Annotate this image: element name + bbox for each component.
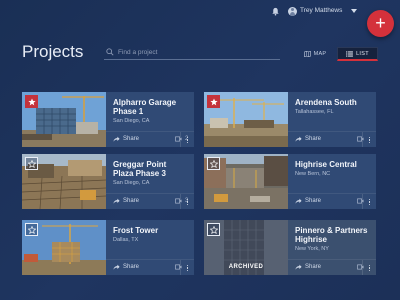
share-icon <box>295 264 302 270</box>
share-button[interactable]: Share <box>295 198 321 204</box>
project-title[interactable]: Highrise Central <box>295 160 371 169</box>
more-options-button[interactable] <box>180 132 194 147</box>
project-card[interactable]: ARCHIVED Pinnero & Partners Highrise New… <box>204 220 376 275</box>
project-thumbnail <box>204 154 288 209</box>
project-thumbnail <box>204 92 288 147</box>
view-toggle: MAP LIST <box>296 47 378 61</box>
list-view-button[interactable]: LIST <box>337 47 378 61</box>
project-location: San Diego, CA <box>113 180 150 186</box>
share-icon <box>113 136 120 142</box>
star-icon <box>27 97 36 105</box>
card-actions: Share <box>106 259 194 275</box>
star-outline-icon <box>209 225 218 234</box>
favorite-toggle[interactable] <box>25 223 38 236</box>
map-view-button[interactable]: MAP <box>296 47 334 61</box>
more-options-button[interactable] <box>362 194 376 209</box>
more-options-button[interactable] <box>362 260 376 275</box>
list-label: LIST <box>356 50 369 57</box>
project-location: Dallas, TX <box>113 237 139 243</box>
share-button[interactable]: Share <box>113 198 139 204</box>
search-icon <box>106 48 114 56</box>
project-title[interactable]: Alpharro Garage Phase 1 <box>113 98 189 116</box>
project-card[interactable]: Highrise Central New Bern, NC Share <box>204 154 376 209</box>
share-button[interactable]: Share <box>113 264 139 270</box>
share-button[interactable]: Share <box>295 136 321 142</box>
share-button[interactable]: Share <box>295 264 321 270</box>
search-input[interactable] <box>118 46 278 58</box>
page-title: Projects <box>22 42 84 61</box>
chevron-down-icon[interactable] <box>351 9 357 13</box>
card-actions: Share 2 <box>106 131 194 147</box>
share-icon <box>113 198 120 204</box>
archived-badge: ARCHIVED <box>228 264 264 270</box>
share-label: Share <box>123 264 140 270</box>
user-avatar[interactable] <box>288 7 297 16</box>
more-options-button[interactable] <box>180 260 194 275</box>
more-options-button[interactable] <box>180 194 194 209</box>
card-actions: Share <box>288 259 376 275</box>
share-icon <box>295 136 302 142</box>
more-options-button[interactable] <box>362 132 376 147</box>
map-label: MAP <box>313 51 327 57</box>
project-title[interactable]: Frost Tower <box>113 226 189 235</box>
project-location: Tallahassee, FL <box>295 109 334 115</box>
star-outline-icon <box>27 225 36 234</box>
share-label: Share <box>305 198 322 204</box>
favorite-toggle[interactable] <box>207 223 220 236</box>
share-label: Share <box>305 136 322 142</box>
map-icon <box>303 51 311 57</box>
project-title[interactable]: Pinnero & Partners Highrise <box>295 226 371 244</box>
add-project-button[interactable]: + <box>367 10 394 37</box>
share-icon <box>295 198 302 204</box>
project-card[interactable]: Frost Tower Dallas, TX Share <box>22 220 194 275</box>
star-outline-icon <box>209 159 218 168</box>
card-actions: Share 3 <box>106 193 194 209</box>
favorite-toggle[interactable] <box>207 157 220 170</box>
top-bar: Trey Matthews <box>0 0 400 22</box>
favorite-toggle[interactable] <box>25 95 38 108</box>
share-label: Share <box>123 136 140 142</box>
favorite-toggle[interactable] <box>207 95 220 108</box>
project-thumbnail <box>22 220 106 275</box>
share-button[interactable]: Share <box>113 136 139 142</box>
user-name[interactable]: Trey Matthews <box>300 7 342 14</box>
share-label: Share <box>305 264 322 270</box>
card-actions: Share <box>288 131 376 147</box>
list-icon <box>346 50 354 57</box>
bell-icon[interactable] <box>271 7 280 16</box>
project-card[interactable]: Arendena South Tallahassee, FL Share <box>204 92 376 147</box>
project-card[interactable]: Greggar Point Plaza Phase 3 San Diego, C… <box>22 154 194 209</box>
share-icon <box>113 264 120 270</box>
project-card[interactable]: Alpharro Garage Phase 1 San Diego, CA Sh… <box>22 92 194 147</box>
project-location: New York, NY <box>295 246 329 252</box>
project-thumbnail <box>22 154 106 209</box>
card-actions: Share <box>288 193 376 209</box>
project-title[interactable]: Greggar Point Plaza Phase 3 <box>113 160 189 178</box>
project-thumbnail: ARCHIVED <box>204 220 288 275</box>
project-thumbnail <box>22 92 106 147</box>
project-location: San Diego, CA <box>113 118 150 124</box>
project-title[interactable]: Arendena South <box>295 98 371 107</box>
project-location: New Bern, NC <box>295 171 331 177</box>
share-label: Share <box>123 198 140 204</box>
search-bar <box>104 46 280 60</box>
star-icon <box>209 97 218 105</box>
favorite-toggle[interactable] <box>25 157 38 170</box>
star-outline-icon <box>27 159 36 168</box>
